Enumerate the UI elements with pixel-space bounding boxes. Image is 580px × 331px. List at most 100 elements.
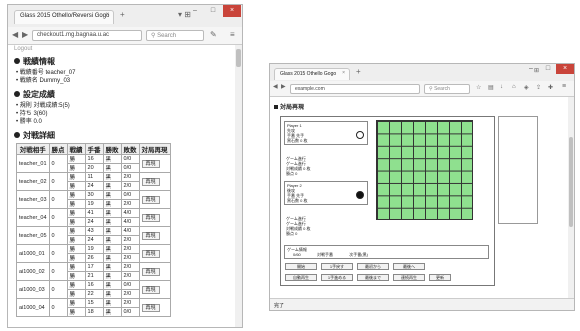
bullet-icon — [14, 132, 20, 138]
score-cell: 2/0 — [120, 253, 140, 263]
to-last-button[interactable]: 最後へ — [393, 263, 425, 270]
game-panel: Player 1 先攻 手番 先手 黒石数 0 枚 ゲーム進行 ゲーム進行 対戦… — [280, 116, 495, 286]
points-cell: 0 — [48, 262, 68, 281]
turn-cell: 24 — [84, 181, 104, 191]
table-row: ai1000_04 0 勝 15 黒 2/0 再現 — [16, 298, 171, 317]
side-cell: 黒 — [102, 298, 122, 308]
left-scrollbar[interactable] — [235, 45, 242, 327]
replay-title: 対局再現 — [280, 105, 305, 111]
side-cell: 黒 — [102, 307, 122, 317]
info-line: 勝点 0 — [286, 231, 298, 236]
opponent-cell: ai1000_02 — [16, 262, 50, 281]
right-titlebar: Glass 2015 Othello Gogo × + ⊞ – □ × — [270, 64, 574, 81]
addon-icon[interactable]: ✚ — [548, 84, 553, 91]
partial-heading: Logout — [14, 46, 33, 52]
settings-heading: 設定成績 — [14, 89, 242, 100]
left-url-bar[interactable]: checkout1.mg.bagnaa.u.ac — [32, 30, 142, 41]
to-end-button[interactable]: 最後まで — [357, 274, 389, 281]
tools-icon[interactable]: ✎ — [210, 30, 217, 39]
record-cell: 勝 — [66, 208, 86, 218]
download-icon[interactable]: ↓ — [500, 84, 503, 90]
game-info-box: ゲーム情報 0/60 対戦手番 次手番(黒) — [284, 245, 489, 259]
right-scrollbar[interactable] — [568, 97, 574, 298]
right-tab-title: Glass 2015 Othello Gogo — [280, 71, 337, 77]
to-first-button[interactable]: 最初から — [357, 263, 389, 270]
close-window-icon[interactable]: × — [556, 64, 574, 74]
replay-button[interactable]: 再現 — [141, 178, 160, 186]
menu-icon[interactable]: ≡ — [230, 30, 235, 39]
new-tab-icon[interactable]: + — [120, 10, 125, 19]
replay-button[interactable]: 再現 — [141, 286, 160, 294]
record-cell: 勝 — [66, 307, 86, 317]
record-cell: 勝 — [66, 253, 86, 263]
replay-button[interactable]: 再現 — [141, 160, 160, 168]
log-box[interactable] — [498, 116, 538, 224]
record-cell: 勝 — [66, 280, 86, 290]
menu-icon[interactable]: ≡ — [562, 83, 566, 90]
close-window-icon[interactable]: × — [223, 5, 241, 17]
back-icon[interactable]: ◀ — [273, 83, 278, 90]
side-cell: 黒 — [102, 199, 122, 209]
forward-icon[interactable]: ▶ — [281, 83, 286, 90]
bookmarks-icon[interactable]: ▤ — [488, 84, 494, 91]
othello-board[interactable] — [376, 120, 473, 220]
refresh-button[interactable]: 更新 — [429, 274, 451, 281]
step-back-button[interactable]: 1手戻す — [321, 263, 353, 270]
star-icon[interactable]: ☆ — [476, 84, 481, 91]
replay-button[interactable]: 再現 — [141, 250, 160, 258]
replay-button[interactable]: 再現 — [141, 304, 160, 312]
results-title: 対戦詳細 — [23, 131, 55, 140]
replay-cell: 再現 — [138, 190, 171, 209]
continuous-play-button[interactable]: 連続再生 — [393, 274, 425, 281]
score-cell: 2/0 — [120, 199, 140, 209]
score-cell: 2/0 — [120, 262, 140, 272]
right-search-box[interactable]: ⚲ Search — [424, 84, 470, 94]
right-url-bar[interactable]: example.com — [290, 84, 420, 94]
col-header: 勝敗 — [102, 143, 122, 155]
points-cell: 0 — [48, 298, 68, 317]
points-cell: 0 — [48, 208, 68, 227]
left-search-box[interactable]: ⚲ Search — [146, 30, 204, 41]
maximize-icon[interactable]: □ — [204, 5, 222, 17]
turn-cell: 41 — [84, 208, 104, 218]
maximize-icon[interactable]: □ — [539, 64, 557, 74]
left-scroll-thumb[interactable] — [236, 49, 241, 67]
bullet-icon — [14, 58, 20, 64]
left-url-text: checkout1.mg.bagnaa.u.ac — [37, 32, 110, 38]
score-cell: 0/0 — [120, 190, 140, 200]
new-tab-icon[interactable]: + — [356, 67, 361, 76]
col-header: 手番 — [84, 143, 104, 155]
replay-button[interactable]: 再現 — [141, 268, 160, 276]
next-turn-label: 次手番(黒) — [349, 252, 368, 257]
right-scroll-thumb[interactable] — [569, 137, 573, 227]
side-cell: 黒 — [102, 262, 122, 272]
close-tab-icon[interactable]: × — [105, 12, 109, 18]
minimize-icon[interactable]: – — [186, 5, 204, 17]
replay-button[interactable]: 再現 — [141, 196, 160, 204]
replay-button[interactable]: 再現 — [141, 232, 160, 240]
minimize-icon[interactable]: – — [522, 64, 540, 74]
info-line: 勝点 0 — [286, 171, 298, 176]
left-search-placeholder: Search — [157, 33, 177, 39]
replay-button[interactable]: 再現 — [141, 214, 160, 222]
table-row: teacher_01 0 勝 16 黒 0/0 再現 — [16, 154, 171, 173]
player1-card: Player 1 先攻 手番 先手 黒石数 0 枚 — [284, 121, 368, 145]
score-cell: 0/0 — [120, 154, 140, 164]
autoplay-button[interactable]: 自動再生 — [285, 274, 317, 281]
player1-info: ゲーム進行 ゲーム進行 対戦成績 0 枚 勝点 0 — [284, 155, 368, 177]
step-forward-button[interactable]: 1手進める — [321, 274, 353, 281]
right-navbar: ◀ ▶ example.com ⚲ Search ☆ ▤ ↓ ⌂ ◈ ⇪ ✚ ≡ — [270, 81, 574, 97]
close-tab-icon[interactable]: × — [342, 70, 345, 76]
start-button[interactable]: 開始 — [285, 263, 317, 270]
pocket-icon[interactable]: ◈ — [524, 84, 529, 91]
share-icon[interactable]: ⇪ — [536, 84, 541, 91]
replay-cell: 再現 — [138, 208, 171, 227]
score-cell: 2/0 — [120, 298, 140, 308]
turn-cell: 19 — [84, 244, 104, 254]
right-tab[interactable]: Glass 2015 Othello Gogo × — [274, 68, 350, 80]
forward-icon[interactable]: ▶ — [22, 30, 28, 39]
left-tab[interactable]: Glass 2015 Othello/Reversi Gogo × — [14, 10, 114, 24]
list-item: 持ち 3(60) — [16, 110, 242, 118]
back-icon[interactable]: ◀ — [12, 30, 18, 39]
home-icon[interactable]: ⌂ — [512, 84, 516, 90]
